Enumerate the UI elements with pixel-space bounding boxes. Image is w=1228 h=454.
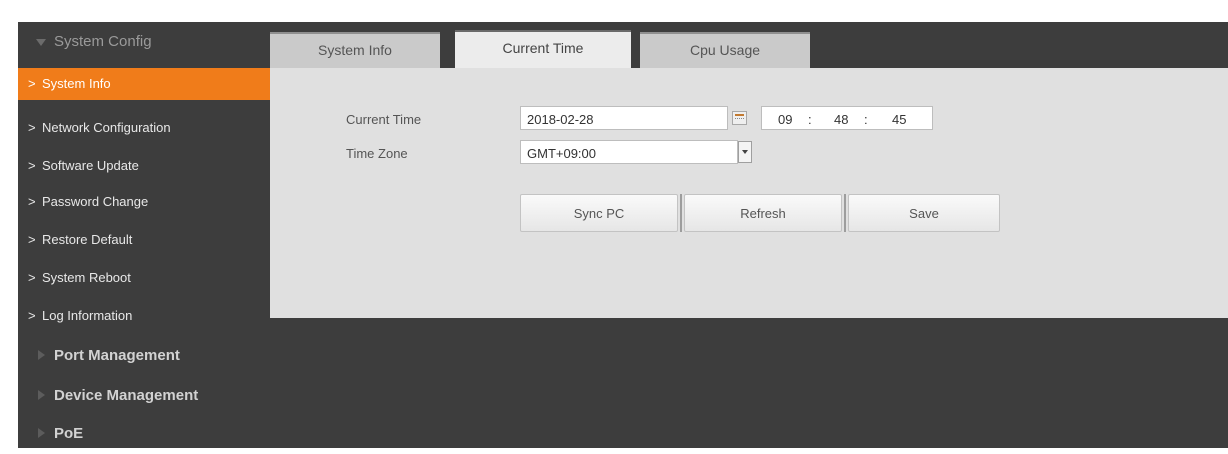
caret-right-icon <box>38 350 45 360</box>
time-input[interactable]: 09 : 48 : 45 <box>761 106 933 130</box>
time-zone-select[interactable]: GMT+09:00 <box>520 140 738 164</box>
sidebar-item-log-information[interactable]: > Log Information <box>18 298 270 334</box>
sidebar-item-system-info[interactable]: > System Info <box>18 68 270 100</box>
sidebar-item-restore-default[interactable]: > Restore Default <box>18 222 270 258</box>
sidebar-section-label: Device Management <box>54 387 199 404</box>
sidebar-item-password-change[interactable]: > Password Change <box>18 184 270 220</box>
sidebar-section-label: Port Management <box>54 347 180 364</box>
chevron-right-icon: > <box>28 76 36 91</box>
sidebar-item-network-configuration[interactable]: > Network Configuration <box>18 110 270 146</box>
sidebar-section-label: PoE <box>54 425 84 442</box>
chevron-right-icon: > <box>28 270 36 285</box>
date-value: 2018-02-28 <box>527 112 594 127</box>
tab-label: Current Time <box>502 40 584 56</box>
chevron-right-icon: > <box>28 158 36 173</box>
sidebar-section-system-config[interactable]: System Config <box>18 22 270 62</box>
sidebar-item-system-reboot[interactable]: > System Reboot <box>18 260 270 296</box>
sidebar-item-label: Restore Default <box>42 232 133 247</box>
time-zone-label: Time Zone <box>346 146 408 161</box>
content-panel: Current Time 2018-02-28 09 : 48 : 45 Tim… <box>270 68 1228 318</box>
tab-label: System Info <box>318 42 392 58</box>
sidebar-section-port-management[interactable]: Port Management <box>18 336 270 376</box>
sidebar-item-label: Password Change <box>42 194 149 209</box>
hour-value: 09 <box>778 112 793 127</box>
tab-cpu-usage[interactable]: Cpu Usage <box>640 32 810 68</box>
sidebar-item-label: System Info <box>42 76 111 91</box>
tab-label: Cpu Usage <box>689 42 761 58</box>
second-value: 45 <box>892 112 907 127</box>
sidebar-section-poe[interactable]: PoE <box>18 414 270 454</box>
time-zone-value: GMT+09:00 <box>527 146 597 161</box>
sync-pc-button[interactable]: Sync PC <box>520 194 678 232</box>
sidebar-section-device-management[interactable]: Device Management <box>18 376 270 416</box>
sidebar-item-software-update[interactable]: > Software Update <box>18 148 270 184</box>
chevron-right-icon: > <box>28 120 36 135</box>
sidebar-section-label: System Config <box>54 33 152 50</box>
sidebar-item-label: Network Configuration <box>42 120 171 135</box>
chevron-right-icon: > <box>28 308 36 323</box>
sidebar-item-label: Log Information <box>42 308 133 323</box>
chevron-right-icon: > <box>28 232 36 247</box>
sidebar: System Config > System Info > Network Co… <box>18 22 270 448</box>
save-button[interactable]: Save <box>848 194 1000 232</box>
caret-right-icon <box>38 428 45 438</box>
tab-current-time[interactable]: Current Time <box>455 30 631 68</box>
time-separator: : <box>864 112 868 127</box>
calendar-icon[interactable] <box>732 111 747 125</box>
chevron-right-icon: > <box>28 194 36 209</box>
time-separator: : <box>808 112 812 127</box>
date-input[interactable]: 2018-02-28 <box>520 106 728 130</box>
tab-system-info[interactable]: System Info <box>270 32 440 68</box>
caret-down-icon <box>36 39 46 46</box>
minute-value: 48 <box>834 112 849 127</box>
sidebar-item-label: Software Update <box>42 158 139 173</box>
chevron-down-icon[interactable] <box>738 141 752 163</box>
sidebar-item-label: System Reboot <box>42 270 131 285</box>
refresh-button[interactable]: Refresh <box>684 194 842 232</box>
caret-right-icon <box>38 390 45 400</box>
button-divider <box>680 194 682 232</box>
current-time-label: Current Time <box>346 112 422 127</box>
button-divider <box>844 194 846 232</box>
